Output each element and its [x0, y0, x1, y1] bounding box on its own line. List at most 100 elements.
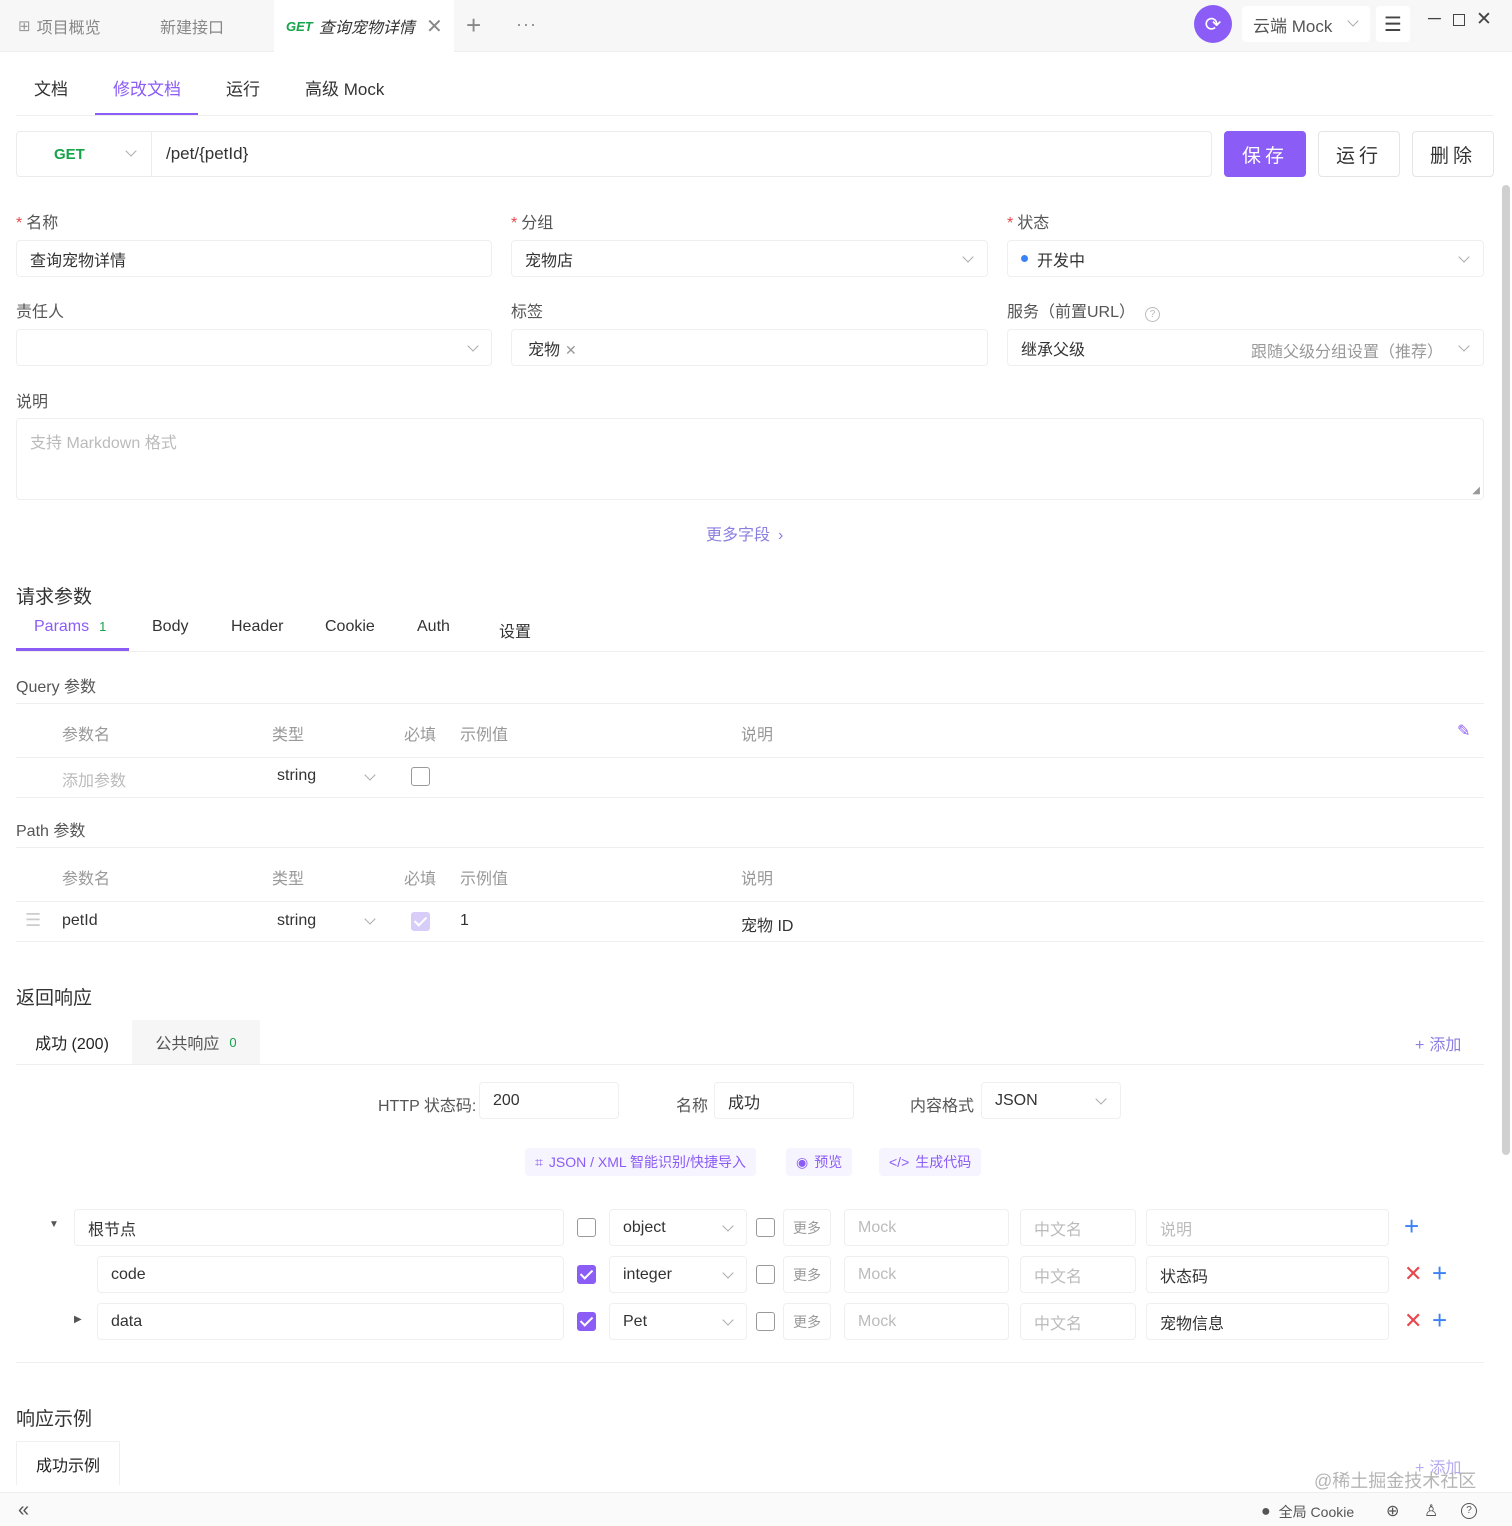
schema-desc-input[interactable]: 状态码 — [1146, 1256, 1389, 1293]
http-status-input[interactable]: 200 — [479, 1082, 619, 1119]
path-input[interactable]: /pet/{petId} — [166, 144, 248, 164]
global-cookie-button[interactable]: ● 全局 Cookie — [1261, 1502, 1354, 1522]
generate-code-button[interactable]: </> 生成代码 — [879, 1148, 982, 1176]
schema-nullable-checkbox[interactable] — [756, 1265, 775, 1284]
menu-icon[interactable]: ☰ — [1376, 6, 1410, 42]
owner-select[interactable] — [16, 329, 492, 366]
tab-body[interactable]: Body — [152, 618, 188, 636]
method-select[interactable]: GET — [16, 131, 152, 177]
group-select[interactable]: 宠物店 — [511, 240, 988, 277]
add-tab-icon[interactable]: + — [466, 12, 481, 38]
save-button[interactable]: 保存 — [1224, 131, 1306, 177]
tab-params[interactable]: Params 1 — [34, 618, 106, 636]
content-format-select[interactable]: JSON — [981, 1082, 1121, 1119]
tab-new-api[interactable]: 新建接口 — [160, 0, 270, 52]
more-fields-link[interactable]: 更多字段 › — [706, 521, 783, 545]
tab-response-success[interactable]: 成功 (200) — [16, 1020, 128, 1064]
expand-caret-icon[interactable]: ▶ — [74, 1314, 82, 1325]
params-count: 1 — [99, 619, 107, 634]
tab-header[interactable]: Header — [231, 618, 283, 636]
schema-more-button[interactable]: 更多 — [783, 1256, 831, 1293]
schema-type-select[interactable]: Pet — [609, 1303, 747, 1340]
subtab-run[interactable]: 运行 — [226, 75, 260, 100]
tab-success-example[interactable]: 成功示例 — [16, 1441, 120, 1485]
query-required-checkbox[interactable] — [411, 767, 430, 786]
drag-handle-icon[interactable]: ☰ — [25, 910, 41, 931]
subtab-advanced-mock[interactable]: 高级 Mock — [305, 75, 384, 100]
tag-remove-icon[interactable]: ✕ — [565, 342, 577, 358]
schema-required-checkbox[interactable] — [577, 1312, 596, 1331]
schema-desc-input[interactable]: 说明 — [1146, 1209, 1389, 1246]
owner-label: 责任人 — [16, 304, 65, 321]
tab-auth[interactable]: Auth — [417, 618, 450, 636]
add-sibling-icon[interactable]: + — [1432, 1307, 1447, 1333]
bulk-edit-icon[interactable]: ✎ — [1457, 721, 1470, 741]
path-type-select[interactable]: string — [277, 912, 316, 930]
schema-cn-name-input[interactable]: 中文名 — [1020, 1256, 1136, 1293]
add-response-button[interactable]: + 添加 — [1415, 1031, 1461, 1055]
smart-import-button[interactable]: ⌗ JSON / XML 智能识别/快捷导入 — [525, 1148, 756, 1176]
tab-pet-detail[interactable]: GET 查询宠物详情 ✕ — [274, 0, 454, 52]
schema-name-input[interactable]: code — [97, 1256, 564, 1293]
run-button[interactable]: 运行 — [1318, 131, 1400, 177]
tab-cookie[interactable]: Cookie — [325, 618, 375, 636]
schema-required-checkbox[interactable] — [577, 1265, 596, 1284]
collapse-caret-icon[interactable]: ▼ — [49, 1219, 59, 1230]
window-close-icon[interactable]: ✕ — [1476, 8, 1492, 31]
schema-nullable-checkbox[interactable] — [756, 1312, 775, 1331]
schema-cn-name-input[interactable]: 中文名 — [1020, 1303, 1136, 1340]
close-icon[interactable]: ✕ — [426, 14, 443, 39]
service-select[interactable]: 继承父级 跟随父级分组设置（推荐） — [1007, 329, 1484, 366]
delete-row-icon[interactable]: ✕ — [1404, 1310, 1422, 1332]
subtab-edit-doc[interactable]: 修改文档 — [113, 75, 181, 100]
schema-name-input[interactable]: data — [97, 1303, 564, 1340]
tab-settings[interactable]: 设置 — [499, 618, 531, 642]
schema-more-button[interactable]: 更多 — [783, 1209, 831, 1246]
tab-common-response[interactable]: 公共响应 0 — [132, 1020, 260, 1064]
minimize-icon[interactable]: ─ — [1428, 8, 1441, 29]
add-sibling-icon[interactable]: + — [1432, 1260, 1447, 1286]
schema-required-checkbox[interactable] — [577, 1218, 596, 1237]
env-select[interactable]: 云端 Mock — [1242, 6, 1370, 42]
maximize-icon[interactable] — [1453, 14, 1465, 26]
more-icon[interactable]: ··· — [516, 14, 537, 35]
schema-more-button[interactable]: 更多 — [783, 1303, 831, 1340]
query-type-select[interactable]: string — [277, 767, 316, 785]
resize-handle-icon[interactable]: ◢ — [1472, 485, 1480, 496]
name-label: * 名称 — [16, 215, 59, 232]
preview-button[interactable]: ◉ 预览 — [786, 1148, 853, 1176]
vertical-scrollbar[interactable] — [1502, 185, 1510, 1155]
chevron-down-icon — [722, 1267, 734, 1279]
add-child-icon[interactable]: + — [1404, 1213, 1419, 1239]
tab-project-overview[interactable]: ⊞ 项目概览 — [18, 0, 138, 52]
sync-icon[interactable]: ⟳ — [1194, 5, 1232, 43]
schema-cn-name-input[interactable]: 中文名 — [1020, 1209, 1136, 1246]
schema-nullable-checkbox[interactable] — [756, 1218, 775, 1237]
name-input[interactable]: 查询宠物详情 — [16, 240, 492, 277]
query-add-param-input[interactable]: 添加参数 — [62, 767, 126, 791]
schema-name-input[interactable]: 根节点 — [74, 1209, 564, 1246]
subtab-doc[interactable]: 文档 — [34, 75, 68, 100]
schema-type-select[interactable]: integer — [609, 1256, 747, 1293]
path-param-name[interactable]: petId — [62, 912, 98, 930]
response-name-input[interactable]: 成功 — [714, 1082, 854, 1119]
collapse-sidebar-icon[interactable]: « — [18, 1499, 29, 1522]
delete-button[interactable]: 删除 — [1412, 131, 1494, 177]
tags-input[interactable]: 宠物 ✕ — [511, 329, 988, 366]
help-circle-icon[interactable]: ? — [1461, 1503, 1477, 1519]
schema-mock-input[interactable]: Mock — [844, 1303, 1009, 1340]
desc-textarea[interactable]: 支持 Markdown 格式 ◢ — [16, 418, 1484, 500]
service-label: 服务（前置URL）? — [1007, 298, 1161, 322]
schema-mock-input[interactable]: Mock — [844, 1256, 1009, 1293]
shirt-icon[interactable]: ♙ — [1424, 1501, 1438, 1521]
path-example[interactable]: 1 — [460, 912, 469, 930]
status-select[interactable]: 开发中 — [1007, 240, 1484, 277]
upload-icon[interactable]: ⊕ — [1386, 1501, 1399, 1521]
schema-desc-input[interactable]: 宠物信息 — [1146, 1303, 1389, 1340]
schema-type-select[interactable]: object — [609, 1209, 747, 1246]
help-icon[interactable]: ? — [1145, 307, 1161, 322]
schema-mock-input[interactable]: Mock — [844, 1209, 1009, 1246]
path-desc[interactable]: 宠物 ID — [741, 912, 793, 936]
delete-row-icon[interactable]: ✕ — [1404, 1263, 1422, 1285]
chevron-down-icon — [364, 913, 376, 925]
